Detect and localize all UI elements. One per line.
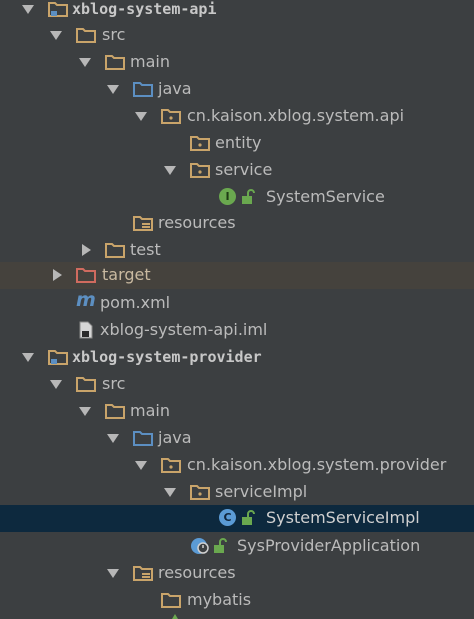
expand-arrow-icon[interactable]	[107, 569, 119, 578]
collapse-arrow-icon[interactable]	[53, 269, 62, 281]
tree-row-serviceimpl[interactable]: serviceImpl	[0, 479, 474, 506]
expand-arrow-icon[interactable]	[135, 461, 147, 470]
tree-row-label: resources	[158, 213, 236, 232]
lock-open-icon	[242, 510, 255, 525]
tree-row-label: entity	[215, 133, 262, 152]
tree-row-package-provider[interactable]: cn.kaison.xblog.system.provider	[0, 452, 474, 479]
partial-file-icon	[172, 614, 178, 619]
tree-row-label: main	[130, 52, 170, 71]
expand-arrow-icon[interactable]	[135, 112, 147, 121]
tree-row-resources[interactable]: resources	[0, 210, 474, 237]
tree-row-label: java	[158, 79, 192, 98]
folder-icon	[76, 28, 96, 43]
package-folder-icon	[190, 136, 210, 151]
project-tree: xblog-system-api src main java cn.kaison…	[0, 0, 474, 619]
excluded-folder-icon	[76, 268, 96, 283]
maven-icon: m	[76, 289, 96, 311]
expand-arrow-icon[interactable]	[107, 85, 119, 94]
tree-row-label: xblog-system-api.iml	[100, 320, 268, 339]
folder-icon	[105, 404, 125, 419]
module-file-icon	[79, 321, 93, 339]
tree-row-systemservice[interactable]: I SystemService	[0, 184, 474, 211]
tree-row-entity[interactable]: entity	[0, 130, 474, 157]
tree-row-label: cn.kaison.xblog.system.provider	[187, 455, 447, 474]
source-folder-icon	[133, 431, 153, 446]
tree-row-label: cn.kaison.xblog.system.api	[187, 106, 405, 125]
package-folder-icon	[190, 485, 210, 500]
tree-row-iml[interactable]: xblog-system-api.iml	[0, 317, 474, 344]
package-folder-icon	[161, 458, 181, 473]
expand-arrow-icon[interactable]	[50, 31, 62, 40]
package-folder-icon	[161, 109, 181, 124]
folder-icon	[105, 243, 125, 258]
tree-row-mybatis[interactable]: mybatis	[0, 587, 474, 614]
interface-icon: I	[219, 188, 236, 205]
tree-row-systemserviceimpl[interactable]: C SystemServiceImpl	[0, 505, 474, 532]
expand-arrow-icon[interactable]	[79, 58, 91, 67]
collapse-arrow-icon[interactable]	[82, 244, 91, 256]
tree-row-java[interactable]: java	[0, 425, 474, 452]
expand-arrow-icon[interactable]	[22, 353, 34, 362]
lock-open-icon	[214, 538, 227, 553]
tree-row-label: test	[130, 240, 161, 259]
expand-arrow-icon[interactable]	[164, 166, 176, 175]
expand-arrow-icon[interactable]	[164, 488, 176, 497]
package-folder-icon	[190, 163, 210, 178]
tree-row-label: resources	[158, 563, 236, 582]
tree-row-target[interactable]: target	[0, 262, 474, 289]
tree-row-package-api[interactable]: cn.kaison.xblog.system.api	[0, 103, 474, 130]
tree-row-label: target	[102, 265, 151, 284]
tree-row-label: pom.xml	[100, 293, 171, 312]
tree-row-java[interactable]: java	[0, 76, 474, 103]
folder-icon	[161, 593, 181, 608]
tree-row-main[interactable]: main	[0, 49, 474, 76]
spring-boot-class-icon	[191, 538, 209, 554]
tree-row-pom[interactable]: m pom.xml	[0, 290, 474, 317]
tree-row-label: src	[102, 374, 126, 393]
resources-folder-icon	[133, 566, 153, 581]
expand-arrow-icon[interactable]	[50, 380, 62, 389]
tree-row-label: service	[215, 160, 273, 179]
tree-row-label: SysProviderApplication	[237, 536, 421, 555]
folder-icon	[76, 377, 96, 392]
module-folder-icon	[48, 2, 68, 17]
tree-row-label: xblog-system-api	[72, 0, 217, 18]
tree-row-sysproviderapplication[interactable]: SysProviderApplication	[0, 533, 474, 560]
source-folder-icon	[133, 82, 153, 97]
lock-open-icon	[242, 189, 255, 204]
folder-icon	[105, 55, 125, 70]
tree-row-src[interactable]: src	[0, 22, 474, 49]
module-folder-icon	[48, 350, 68, 365]
tree-row-label: java	[158, 428, 192, 447]
tree-row-src[interactable]: src	[0, 371, 474, 398]
tree-row-label: SystemServiceImpl	[266, 508, 420, 527]
tree-row-label: xblog-system-provider	[72, 348, 262, 366]
tree-row-service[interactable]: service	[0, 157, 474, 184]
tree-row-main[interactable]: main	[0, 398, 474, 425]
tree-row-module-provider[interactable]: xblog-system-provider	[0, 344, 474, 371]
expand-arrow-icon[interactable]	[22, 5, 34, 14]
tree-row-module-api[interactable]: xblog-system-api	[0, 0, 474, 23]
expand-arrow-icon[interactable]	[79, 407, 91, 416]
tree-row-resources[interactable]: resources	[0, 560, 474, 587]
tree-row-label: main	[130, 401, 170, 420]
tree-row-test[interactable]: test	[0, 237, 474, 264]
tree-row-label: SystemService	[266, 187, 385, 206]
resources-folder-icon	[133, 216, 153, 231]
class-icon: C	[219, 509, 236, 526]
tree-row-label: serviceImpl	[215, 482, 308, 501]
expand-arrow-icon[interactable]	[107, 434, 119, 443]
tree-row-label: src	[102, 25, 126, 44]
tree-row-label: mybatis	[187, 590, 252, 609]
